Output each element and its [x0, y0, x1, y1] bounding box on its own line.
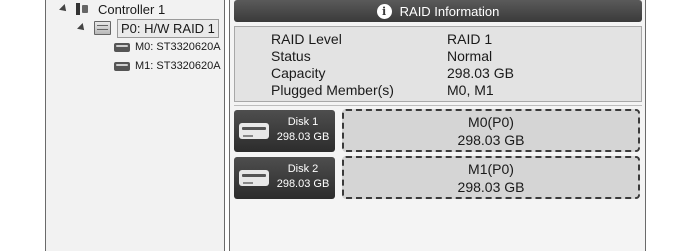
info-label: Status	[271, 48, 311, 64]
raid-info-header: i RAID Information	[234, 0, 642, 22]
tree-item-disk-m0[interactable]: M0: ST3320620A	[114, 39, 221, 55]
info-row-raid-level: RAID Level RAID 1	[271, 31, 631, 48]
info-icon: i	[376, 3, 392, 19]
divider	[234, 105, 642, 106]
member-name: M1(P0)	[468, 161, 514, 177]
disk-capacity: 298.03 GB	[276, 131, 330, 143]
disk-row: Disk 2 298.03 GB M1(P0) 298.03 GB	[234, 156, 642, 200]
member-slot-m1[interactable]: M1(P0) 298.03 GB	[342, 156, 640, 199]
expand-arrow-icon[interactable]	[60, 5, 68, 13]
info-label: RAID Level	[271, 31, 342, 47]
disk-row: Disk 1 298.03 GB M0(P0) 298.03 GB	[234, 109, 642, 153]
tree-item-controller-label: Controller 1	[98, 1, 166, 17]
info-value: M0, M1	[447, 82, 494, 98]
info-label: Plugged Member(s)	[271, 82, 394, 98]
expand-arrow-icon[interactable]	[78, 24, 86, 32]
member-capacity: 298.03 GB	[457, 179, 525, 195]
tree-item-disk-label: M1: ST3320620A	[135, 60, 221, 72]
info-value: Normal	[447, 48, 493, 64]
tree-item-raid-label: P0: H/W RAID 1	[117, 18, 219, 38]
info-row-plugged-members: Plugged Member(s) M0, M1	[271, 82, 631, 99]
tree-item-raid[interactable]: P0: H/W RAID 1	[78, 18, 219, 38]
disk-name: Disk 2	[287, 163, 319, 175]
tree-item-disk-m1[interactable]: M1: ST3320620A	[114, 58, 221, 74]
disk-capacity: 298.03 GB	[276, 178, 330, 190]
raid-detail-panel: i RAID Information RAID Level RAID 1 Sta…	[229, 0, 646, 251]
info-label: Capacity	[271, 65, 326, 81]
tree-item-controller[interactable]: Controller 1	[60, 0, 165, 18]
member-name: M0(P0)	[468, 114, 514, 130]
raid-info-title: RAID Information	[399, 3, 500, 19]
info-value: RAID 1	[447, 31, 493, 47]
hard-drive-icon	[114, 42, 130, 52]
member-slot-m0[interactable]: M0(P0) 298.03 GB	[342, 109, 640, 152]
hard-drive-icon	[239, 123, 269, 139]
raid-volume-icon	[94, 21, 111, 35]
disk-name: Disk 1	[287, 116, 319, 128]
disk-tile-1[interactable]: Disk 1 298.03 GB	[234, 110, 335, 152]
hard-drive-icon	[114, 61, 130, 71]
hard-drive-icon	[239, 170, 269, 186]
info-value: 298.03 GB	[447, 65, 514, 81]
tree-item-disk-label: M0: ST3320620A	[135, 41, 221, 53]
info-row-capacity: Capacity 298.03 GB	[271, 65, 631, 82]
device-tree-panel: Controller 1 P0: H/W RAID 1 M0: ST332062…	[45, 0, 225, 251]
member-capacity: 298.03 GB	[457, 132, 525, 148]
info-row-status: Status Normal	[271, 48, 631, 65]
disk-tile-2[interactable]: Disk 2 298.03 GB	[234, 157, 335, 199]
controller-icon	[76, 3, 90, 15]
raid-info-box: RAID Level RAID 1 Status Normal Capacity…	[234, 26, 642, 102]
